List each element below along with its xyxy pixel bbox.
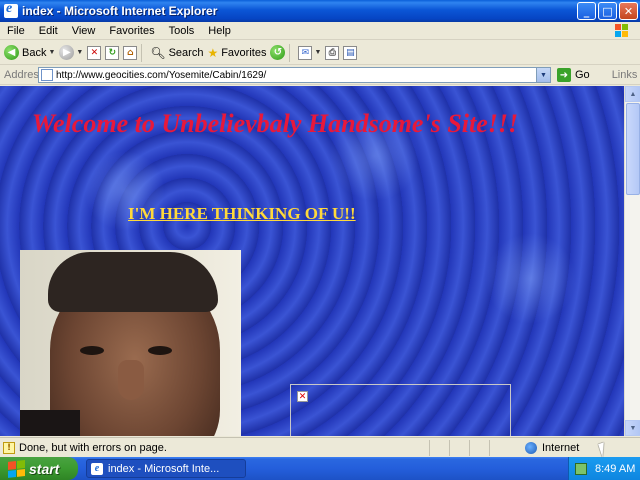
broken-image: ✕ bbox=[290, 384, 511, 436]
windows-logo-icon bbox=[615, 24, 628, 37]
go-button[interactable]: ➜ Go bbox=[557, 68, 590, 82]
search-button[interactable]: 🔍︎ Search bbox=[150, 43, 203, 63]
window-controls: _ □ ✕ bbox=[577, 2, 638, 20]
home-icon: ⌂ bbox=[123, 45, 138, 60]
scroll-down-button[interactable]: ▼ bbox=[625, 420, 640, 436]
internet-explorer-icon bbox=[4, 1, 18, 18]
task-label: index - Microsoft Inte... bbox=[108, 462, 220, 475]
status-panel bbox=[449, 439, 469, 456]
home-button[interactable]: ⌂ bbox=[123, 43, 138, 63]
status-text: Done, but with errors on page. bbox=[19, 441, 167, 454]
page-subheading-link[interactable]: I'M HERE THINKING OF U!! bbox=[128, 204, 356, 224]
chevron-down-icon[interactable]: ▼ bbox=[48, 49, 55, 56]
chevron-down-icon[interactable]: ▼ bbox=[536, 68, 550, 82]
back-arrow-icon: ◀ bbox=[4, 45, 19, 60]
address-input[interactable] bbox=[56, 69, 536, 81]
menu-favorites[interactable]: Favorites bbox=[102, 25, 161, 37]
back-button[interactable]: ◀ Back ▼ bbox=[4, 43, 55, 63]
network-icon[interactable] bbox=[575, 462, 587, 475]
windows-logo-icon bbox=[8, 459, 25, 478]
menu-edit[interactable]: Edit bbox=[32, 25, 65, 37]
mail-button[interactable]: ✉ ▼ bbox=[298, 43, 321, 63]
internet-explorer-icon: e bbox=[91, 462, 103, 475]
scroll-up-button[interactable]: ▲ bbox=[625, 86, 640, 102]
minimize-button[interactable]: _ bbox=[577, 2, 596, 20]
print-button[interactable]: ⎙ bbox=[325, 43, 340, 63]
hair bbox=[48, 252, 218, 312]
status-panel bbox=[429, 439, 449, 456]
zone-label: Internet bbox=[542, 441, 580, 454]
menu-bar: File Edit View Favorites Tools Help bbox=[0, 22, 640, 40]
links-button[interactable]: Links bbox=[612, 69, 638, 81]
system-tray: 8:49 AM bbox=[568, 457, 640, 480]
broken-image-icon: ✕ bbox=[297, 391, 308, 402]
toolbar-separator bbox=[289, 43, 291, 62]
star-icon: ★ bbox=[207, 45, 219, 60]
warning-icon[interactable]: ! bbox=[3, 441, 15, 454]
back-label: Back bbox=[22, 46, 47, 59]
globe-icon bbox=[525, 441, 537, 454]
print-icon: ⎙ bbox=[325, 45, 340, 60]
maximize-button[interactable]: □ bbox=[598, 2, 617, 20]
status-panel bbox=[469, 439, 489, 456]
toolbar-separator bbox=[141, 43, 143, 62]
page-icon bbox=[41, 69, 53, 81]
mail-icon: ✉ bbox=[298, 45, 313, 60]
stop-button[interactable]: ✕ bbox=[87, 43, 102, 63]
menu-tools[interactable]: Tools bbox=[162, 25, 202, 37]
taskbar-item-internet-explorer[interactable]: e index - Microsoft Inte... bbox=[86, 459, 246, 478]
menu-help[interactable]: Help bbox=[201, 25, 238, 37]
address-bar: Address ▼ ➜ Go Links bbox=[0, 66, 640, 85]
portrait-photo bbox=[20, 250, 241, 436]
refresh-button[interactable]: ↻ bbox=[105, 43, 120, 63]
history-icon: ↺ bbox=[270, 45, 286, 60]
scroll-thumb[interactable] bbox=[626, 103, 640, 195]
page-heading: Welcome to Unbelievbaly Handsome's Site!… bbox=[31, 109, 519, 138]
go-label: Go bbox=[575, 69, 590, 81]
menu-view[interactable]: View bbox=[65, 25, 103, 37]
forward-arrow-icon: ▶ bbox=[59, 45, 75, 60]
favorites-label: Favorites bbox=[221, 46, 267, 59]
vertical-scrollbar[interactable]: ▲ ▼ bbox=[624, 86, 640, 436]
left-eye bbox=[80, 346, 104, 355]
go-arrow-icon: ➜ bbox=[557, 68, 571, 82]
taskbar: start e index - Microsoft Inte... 8:49 A… bbox=[0, 457, 640, 480]
address-field[interactable]: ▼ bbox=[38, 67, 551, 83]
chevron-down-icon[interactable]: ▼ bbox=[314, 49, 321, 56]
window-title: index - Microsoft Internet Explorer bbox=[22, 4, 218, 18]
search-label: Search bbox=[168, 46, 204, 59]
menu-file[interactable]: File bbox=[0, 25, 32, 37]
search-icon: 🔍︎ bbox=[150, 45, 166, 60]
right-eye bbox=[148, 346, 172, 355]
refresh-icon: ↻ bbox=[105, 45, 120, 60]
clock: 8:49 AM bbox=[595, 462, 636, 475]
stop-icon: ✕ bbox=[87, 45, 102, 60]
forward-button[interactable]: ▶ ▼ bbox=[59, 43, 83, 63]
edit-button[interactable]: ▤ bbox=[343, 43, 358, 63]
history-button[interactable]: ↺ bbox=[270, 43, 286, 63]
edit-page-icon: ▤ bbox=[343, 45, 358, 60]
address-label: Address bbox=[4, 69, 45, 81]
start-label: start bbox=[29, 460, 60, 477]
chevron-down-icon[interactable]: ▼ bbox=[76, 49, 83, 56]
status-panel bbox=[489, 439, 509, 456]
title-bar: index - Microsoft Internet Explorer _ □ … bbox=[0, 0, 640, 22]
shirt bbox=[20, 410, 80, 436]
web-page-content: Welcome to Unbelievbaly Handsome's Site!… bbox=[0, 86, 624, 436]
status-bar: ! Done, but with errors on page. Interne… bbox=[0, 437, 640, 457]
nose bbox=[118, 360, 144, 400]
security-zone: Internet bbox=[525, 441, 580, 454]
start-button[interactable]: start bbox=[0, 457, 78, 480]
toolbar: ◀ Back ▼ ▶ ▼ ✕ ↻ ⌂ 🔍︎ Search ★ Favorites… bbox=[0, 41, 640, 65]
close-button[interactable]: ✕ bbox=[619, 2, 638, 20]
favorites-button[interactable]: ★ Favorites bbox=[207, 43, 266, 63]
